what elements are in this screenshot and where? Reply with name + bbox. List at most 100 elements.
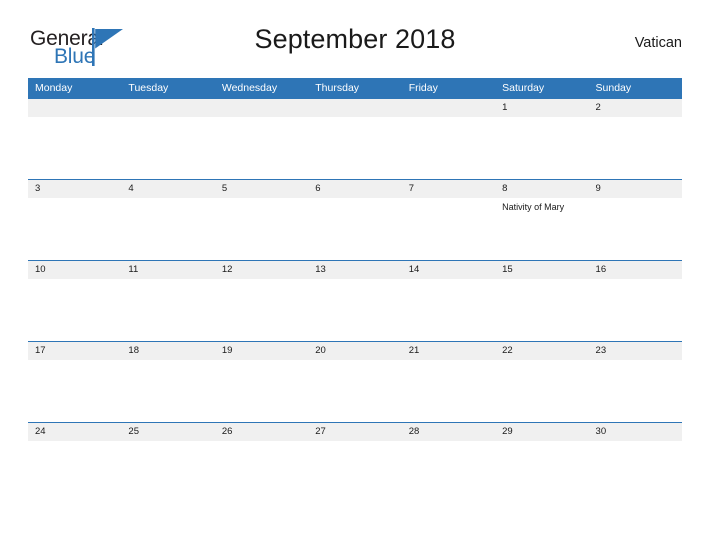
day-number[interactable]: 21 xyxy=(402,342,495,360)
calendar-week-row: 17 18 19 20 21 22 23 xyxy=(28,341,682,422)
day-cell[interactable] xyxy=(121,279,214,341)
day-cell[interactable] xyxy=(495,279,588,341)
day-cell[interactable] xyxy=(589,279,682,341)
day-number[interactable]: 15 xyxy=(495,261,588,279)
calendar-week-row: 3 4 5 6 7 8 9 Nativity of Mary xyxy=(28,179,682,260)
day-number[interactable]: 27 xyxy=(308,423,401,441)
week-date-band: 24 25 26 27 28 29 30 xyxy=(28,423,682,441)
day-cell[interactable] xyxy=(28,279,121,341)
day-cell[interactable] xyxy=(215,198,308,260)
calendar-grid: Monday Tuesday Wednesday Thursday Friday Satu… xyxy=(28,78,682,503)
day-cell[interactable]: Nativity of Mary xyxy=(495,198,588,260)
week-date-band: 17 18 19 20 21 22 23 xyxy=(28,342,682,360)
day-number-empty xyxy=(215,99,308,117)
calendar-weeks: 1 2 3 4 5 6 7 8 9 Nativity of Mary 10 11 12 13 14 15 16 1… xyxy=(28,99,682,503)
day-cell[interactable] xyxy=(402,198,495,260)
day-cell[interactable] xyxy=(215,360,308,422)
day-cell xyxy=(308,117,401,179)
day-cell[interactable] xyxy=(308,279,401,341)
week-date-band: 3456789 xyxy=(28,180,682,198)
day-number[interactable]: 22 xyxy=(495,342,588,360)
day-event-label: Nativity of Mary xyxy=(502,202,565,212)
day-cell[interactable] xyxy=(28,360,121,422)
weekday-header-wednesday: Wednesday xyxy=(221,82,278,94)
page-title: September 2018 xyxy=(254,24,456,54)
week-body-row xyxy=(28,360,682,422)
day-number[interactable]: 10 xyxy=(28,261,121,279)
day-cell[interactable] xyxy=(215,279,308,341)
day-cell[interactable] xyxy=(589,441,682,503)
day-cell[interactable] xyxy=(308,198,401,260)
day-number[interactable]: 26 xyxy=(215,423,308,441)
day-cell[interactable] xyxy=(28,198,121,260)
day-number[interactable]: 12 xyxy=(215,261,308,279)
day-number[interactable]: 23 xyxy=(589,342,682,360)
day-number[interactable]: 5 xyxy=(215,180,308,198)
day-number[interactable]: 9 xyxy=(589,180,682,198)
calendar-week-row: 24 25 26 27 28 29 30 xyxy=(28,422,682,503)
day-cell[interactable] xyxy=(402,360,495,422)
week-body-row xyxy=(28,441,682,503)
weekday-header-monday: Monday xyxy=(35,82,73,94)
calendar-week-row: 12 xyxy=(28,99,682,179)
calendar-week-row: 10 11 12 13 14 15 16 xyxy=(28,260,682,341)
day-number-empty xyxy=(402,99,495,117)
weekday-header-saturday: Saturday xyxy=(502,82,545,94)
day-cell[interactable] xyxy=(495,441,588,503)
day-cell[interactable] xyxy=(589,198,682,260)
day-cell[interactable] xyxy=(402,441,495,503)
weekday-header-row: Monday Tuesday Wednesday Thursday Friday Satu… xyxy=(28,78,682,99)
day-number[interactable]: 13 xyxy=(308,261,401,279)
weekday-header-thursday: Thursday xyxy=(315,82,360,94)
day-cell xyxy=(121,117,214,179)
day-number[interactable]: 24 xyxy=(28,423,121,441)
day-cell[interactable] xyxy=(402,279,495,341)
day-number-empty xyxy=(121,99,214,117)
day-cell[interactable] xyxy=(215,441,308,503)
region-label: Vatican xyxy=(634,35,682,51)
day-cell[interactable] xyxy=(121,360,214,422)
day-number[interactable]: 28 xyxy=(402,423,495,441)
day-cell xyxy=(28,117,121,179)
day-number[interactable]: 8 xyxy=(495,180,588,198)
day-number[interactable]: 16 xyxy=(589,261,682,279)
week-date-band: 12 xyxy=(28,99,682,117)
day-number-empty xyxy=(308,99,401,117)
day-number[interactable]: 17 xyxy=(28,342,121,360)
day-number[interactable]: 19 xyxy=(215,342,308,360)
week-body-row: Nativity of Mary xyxy=(28,198,682,260)
weekday-header-sunday: Sunday xyxy=(595,82,632,94)
day-number[interactable]: 18 xyxy=(121,342,214,360)
day-number[interactable]: 4 xyxy=(121,180,214,198)
day-number[interactable]: 6 xyxy=(308,180,401,198)
day-number[interactable]: 1 xyxy=(495,99,588,117)
day-cell[interactable] xyxy=(308,441,401,503)
day-cell[interactable] xyxy=(308,360,401,422)
day-cell[interactable] xyxy=(28,441,121,503)
day-number[interactable]: 2 xyxy=(589,99,682,117)
week-body-row xyxy=(28,279,682,341)
day-number[interactable]: 3 xyxy=(28,180,121,198)
day-cell xyxy=(215,117,308,179)
week-body-row xyxy=(28,117,682,179)
day-number[interactable]: 30 xyxy=(589,423,682,441)
day-cell[interactable] xyxy=(121,198,214,260)
day-number[interactable]: 11 xyxy=(121,261,214,279)
day-number-empty xyxy=(28,99,121,117)
day-number[interactable]: 7 xyxy=(402,180,495,198)
day-number[interactable]: 20 xyxy=(308,342,401,360)
week-date-band: 10 11 12 13 14 15 16 xyxy=(28,261,682,279)
calendar-page: General Blue September 2018 Vatican Mond… xyxy=(0,0,712,550)
day-number[interactable]: 14 xyxy=(402,261,495,279)
day-cell[interactable] xyxy=(495,360,588,422)
day-number[interactable]: 29 xyxy=(495,423,588,441)
weekday-header-friday: Friday xyxy=(408,82,438,94)
day-cell[interactable] xyxy=(589,360,682,422)
day-cell[interactable] xyxy=(495,117,588,179)
day-cell[interactable] xyxy=(589,117,682,179)
page-header: General Blue September 2018 Vatican xyxy=(28,24,682,72)
weekday-header-tuesday: Tuesday xyxy=(128,82,169,94)
day-cell xyxy=(402,117,495,179)
day-cell[interactable] xyxy=(121,441,214,503)
day-number[interactable]: 25 xyxy=(121,423,214,441)
